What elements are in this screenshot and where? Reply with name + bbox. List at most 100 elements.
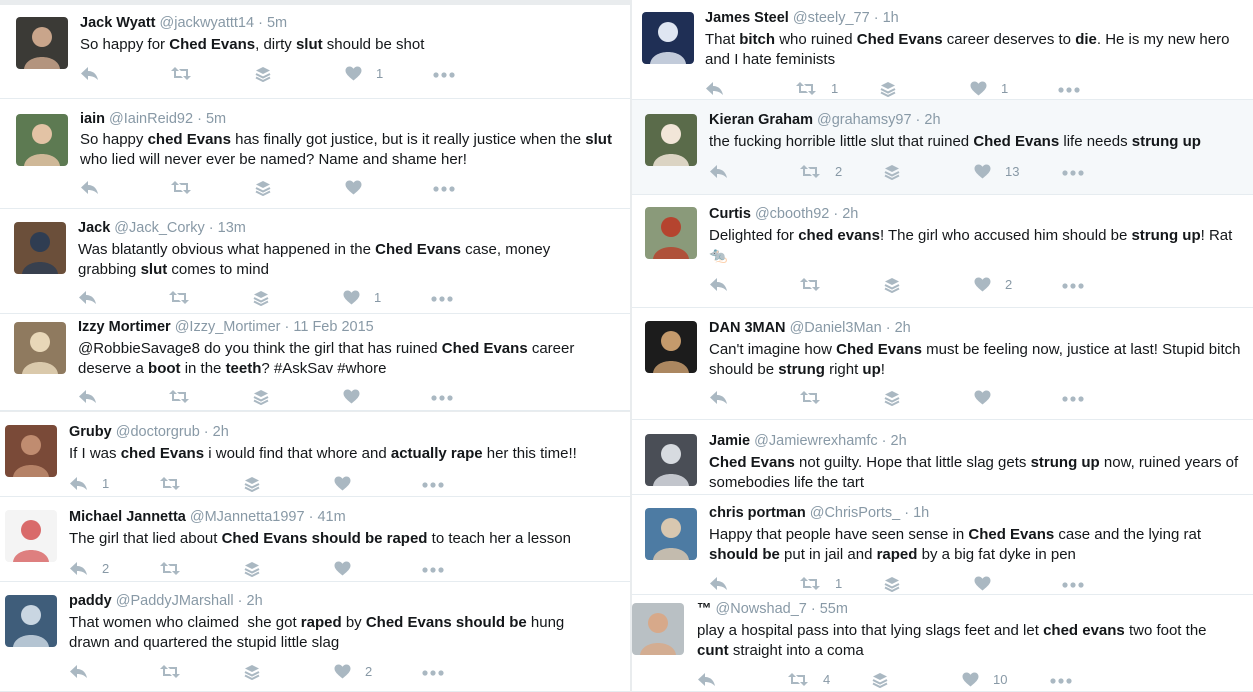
tweet-card[interactable]: Curtis @cbooth92 · 2h Delighted for ched … xyxy=(632,195,1253,308)
retweet-button[interactable] xyxy=(159,664,195,679)
reply-button[interactable]: 2 xyxy=(69,561,109,576)
more-button[interactable] xyxy=(422,670,444,676)
avatar[interactable] xyxy=(642,12,694,64)
retweet-button[interactable] xyxy=(159,561,195,576)
like-button[interactable]: 13 xyxy=(974,164,1019,179)
like-button[interactable] xyxy=(334,476,365,491)
more-button[interactable] xyxy=(1062,170,1084,176)
timestamp[interactable]: 2h xyxy=(213,424,229,440)
avatar[interactable] xyxy=(645,508,697,560)
avatar[interactable] xyxy=(5,595,57,647)
display-name[interactable]: DAN 3MAN xyxy=(709,320,786,336)
timestamp[interactable]: 5m xyxy=(267,15,287,31)
reply-button[interactable] xyxy=(705,81,738,96)
tweet-card[interactable]: ™ @Nowshad_7 · 55m play a hospital pass i… xyxy=(632,595,1253,692)
retweet-button[interactable] xyxy=(168,389,204,404)
stack-button[interactable] xyxy=(884,390,900,406)
reply-button[interactable] xyxy=(697,672,730,687)
like-button[interactable]: 1 xyxy=(345,66,383,81)
timestamp[interactable]: 1h xyxy=(913,505,929,521)
timestamp[interactable]: 2h xyxy=(924,112,940,128)
like-button[interactable]: 1 xyxy=(970,81,1008,96)
user-handle[interactable]: @MJannetta1997 xyxy=(190,509,305,525)
avatar[interactable] xyxy=(14,322,66,374)
display-name[interactable]: paddy xyxy=(69,593,112,609)
avatar[interactable] xyxy=(16,114,68,166)
tweet-card[interactable]: DAN 3MAN @Daniel3Man · 2h Can't imagine h… xyxy=(632,308,1253,420)
reply-button[interactable] xyxy=(80,66,113,81)
stack-button[interactable] xyxy=(880,81,896,97)
reply-button[interactable] xyxy=(709,277,742,292)
stack-button[interactable] xyxy=(884,576,900,592)
display-name[interactable]: iain xyxy=(80,111,105,127)
retweet-button[interactable] xyxy=(799,390,835,405)
timestamp[interactable]: 13m xyxy=(218,220,246,236)
timestamp[interactable]: 2h xyxy=(891,433,907,449)
display-name[interactable]: Kieran Graham xyxy=(709,112,813,128)
stack-button[interactable] xyxy=(255,180,271,196)
avatar[interactable] xyxy=(632,603,684,655)
retweet-button[interactable] xyxy=(159,476,195,491)
user-handle[interactable]: @Nowshad_7 xyxy=(716,601,807,617)
stack-button[interactable] xyxy=(884,277,900,293)
reply-button[interactable] xyxy=(78,290,111,305)
tweet-card[interactable]: paddy @PaddyJMarshall · 2h That women who… xyxy=(0,582,630,692)
tweet-card[interactable]: Izzy Mortimer @Izzy_Mortimer · 11 Feb 20… xyxy=(0,314,630,411)
display-name[interactable]: Gruby xyxy=(69,424,112,440)
user-handle[interactable]: @jackwyattt14 xyxy=(160,15,255,31)
tweet-card[interactable]: Jack Wyatt @jackwyattt14 · 5m So happy fo… xyxy=(0,5,630,99)
more-button[interactable] xyxy=(1062,582,1084,588)
stack-button[interactable] xyxy=(884,164,900,180)
user-handle[interactable]: @Jamiewrexhamfc xyxy=(754,433,878,449)
display-name[interactable]: Jack Wyatt xyxy=(80,15,156,31)
more-button[interactable] xyxy=(433,72,455,78)
tweet-card[interactable]: Jamie @Jamiewrexhamfc · 2h Ched Evans not… xyxy=(632,420,1253,495)
stack-button[interactable] xyxy=(872,672,888,688)
avatar[interactable] xyxy=(14,222,66,274)
like-button[interactable]: 2 xyxy=(334,664,372,679)
user-handle[interactable]: @doctorgrub xyxy=(116,424,200,440)
like-button[interactable] xyxy=(343,389,374,404)
reply-button[interactable] xyxy=(709,164,742,179)
more-button[interactable] xyxy=(1050,678,1072,684)
stack-button[interactable] xyxy=(253,290,269,306)
timestamp[interactable]: 2h xyxy=(895,320,911,336)
retweet-button[interactable]: 4 xyxy=(787,672,830,687)
retweet-button[interactable]: 1 xyxy=(799,576,842,591)
like-button[interactable] xyxy=(974,390,1005,405)
like-button[interactable] xyxy=(974,576,1005,591)
avatar[interactable] xyxy=(5,425,57,477)
reply-button[interactable] xyxy=(709,576,742,591)
stack-button[interactable] xyxy=(244,664,260,680)
more-button[interactable] xyxy=(1062,396,1084,402)
timestamp[interactable]: 2h xyxy=(247,593,263,609)
reply-button[interactable] xyxy=(80,180,113,195)
tweet-card[interactable]: chris portman @ChrisPorts_ · 1h Happy tha… xyxy=(632,495,1253,595)
timestamp[interactable]: 55m xyxy=(820,601,848,617)
tweet-card[interactable]: Jack @Jack_Corky · 13m Was blatantly obvi… xyxy=(0,209,630,314)
avatar[interactable] xyxy=(645,434,697,486)
timestamp[interactable]: 41m xyxy=(317,509,345,525)
timestamp[interactable]: 5m xyxy=(206,111,226,127)
more-button[interactable] xyxy=(433,186,455,192)
user-handle[interactable]: @Izzy_Mortimer xyxy=(175,319,281,335)
reply-button[interactable]: 1 xyxy=(69,476,109,491)
display-name[interactable]: James Steel xyxy=(705,10,789,26)
user-handle[interactable]: @IainReid92 xyxy=(109,111,193,127)
tweet-card[interactable]: Kieran Graham @grahamsy97 · 2h the fuckin… xyxy=(632,100,1253,195)
tweet-card[interactable]: Michael Jannetta @MJannetta1997 · 41m The… xyxy=(0,497,630,582)
like-button[interactable]: 10 xyxy=(962,672,1007,687)
display-name[interactable]: Jack xyxy=(78,220,110,236)
tweet-card[interactable]: Gruby @doctorgrub · 2h If I was ched Evan… xyxy=(0,412,630,497)
like-button[interactable]: 1 xyxy=(343,290,381,305)
more-button[interactable] xyxy=(422,567,444,573)
avatar[interactable] xyxy=(16,17,68,69)
display-name[interactable]: Izzy Mortimer xyxy=(78,319,171,335)
more-button[interactable] xyxy=(431,395,453,401)
user-handle[interactable]: @Jack_Corky xyxy=(114,220,204,236)
user-handle[interactable]: @steely_77 xyxy=(793,10,870,26)
more-button[interactable] xyxy=(431,296,453,302)
retweet-button[interactable]: 1 xyxy=(795,81,838,96)
stack-button[interactable] xyxy=(255,66,271,82)
avatar[interactable] xyxy=(645,321,697,373)
